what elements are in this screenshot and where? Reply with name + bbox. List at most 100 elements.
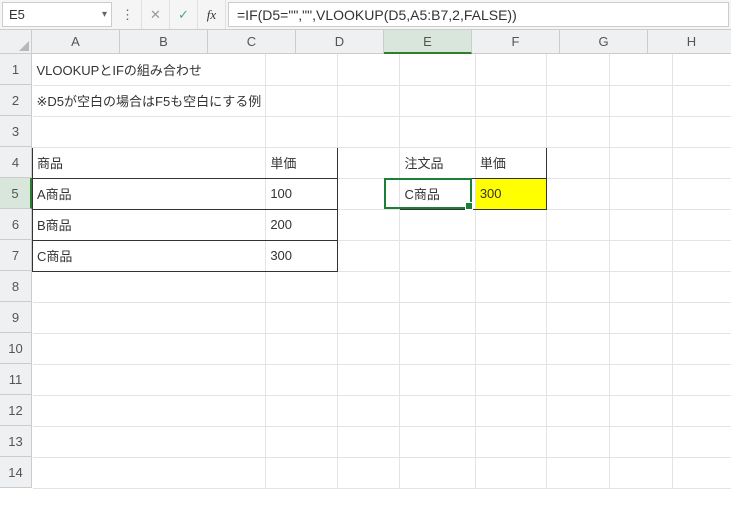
cell-F5[interactable] (547, 178, 610, 209)
cell-A12[interactable] (33, 395, 266, 426)
row-header-2[interactable]: 2 (0, 85, 32, 116)
cell-A1[interactable]: VLOOKUPとIFの組み合わせ (33, 54, 266, 85)
cell-E14[interactable] (475, 457, 546, 488)
cell-G4[interactable] (609, 147, 672, 178)
cell-C9[interactable] (337, 302, 400, 333)
cell-E2[interactable] (475, 85, 546, 116)
cell-H8[interactable] (672, 271, 731, 302)
row-header-10[interactable]: 10 (0, 333, 32, 364)
column-header-F[interactable]: F (472, 30, 560, 54)
cell-C5[interactable] (337, 178, 400, 209)
cell-A5[interactable]: A商品 (33, 178, 266, 209)
cell-A7[interactable]: C商品 (33, 240, 266, 271)
cell-C2[interactable] (337, 85, 400, 116)
cell-D5[interactable]: C商品 (400, 178, 475, 209)
cell-H13[interactable] (672, 426, 731, 457)
cell-B12[interactable] (266, 395, 337, 426)
cell-A6[interactable]: B商品 (33, 209, 266, 240)
row-header-13[interactable]: 13 (0, 426, 32, 457)
name-box[interactable]: E5 ▾ (2, 2, 112, 27)
cell-D3[interactable] (400, 116, 475, 147)
cell-D2[interactable] (400, 85, 475, 116)
cell-H6[interactable] (672, 209, 731, 240)
cell-H1[interactable] (672, 54, 731, 85)
cell-B10[interactable] (266, 333, 337, 364)
cell-B4[interactable]: 単価 (266, 147, 337, 178)
cell-F2[interactable] (547, 85, 610, 116)
column-header-C[interactable]: C (208, 30, 296, 54)
confirm-button[interactable]: ✓ (170, 0, 198, 29)
cell-H2[interactable] (672, 85, 731, 116)
row-header-4[interactable]: 4 (0, 147, 32, 178)
cell-F6[interactable] (547, 209, 610, 240)
cell-D11[interactable] (400, 364, 475, 395)
cell-A3[interactable] (33, 116, 266, 147)
cell-F9[interactable] (547, 302, 610, 333)
cell-E11[interactable] (475, 364, 546, 395)
cell-G1[interactable] (609, 54, 672, 85)
ellipsis-icon[interactable]: ⋮ (114, 0, 142, 29)
cell-B7[interactable]: 300 (266, 240, 337, 271)
cell-E12[interactable] (475, 395, 546, 426)
cell-G11[interactable] (609, 364, 672, 395)
cell-B13[interactable] (266, 426, 337, 457)
cell-F7[interactable] (547, 240, 610, 271)
cell-B6[interactable]: 200 (266, 209, 337, 240)
cell-C11[interactable] (337, 364, 400, 395)
row-header-3[interactable]: 3 (0, 116, 32, 147)
cell-C1[interactable] (337, 54, 400, 85)
cell-D8[interactable] (400, 271, 475, 302)
cell-F12[interactable] (547, 395, 610, 426)
cell-C10[interactable] (337, 333, 400, 364)
cell-B11[interactable] (266, 364, 337, 395)
cell-F3[interactable] (547, 116, 610, 147)
cell-E4[interactable]: 単価 (475, 147, 546, 178)
cell-C12[interactable] (337, 395, 400, 426)
cell-H14[interactable] (672, 457, 731, 488)
cell-A9[interactable] (33, 302, 266, 333)
row-header-5[interactable]: 5 (0, 178, 32, 209)
cell-D1[interactable] (400, 54, 475, 85)
row-header-1[interactable]: 1 (0, 54, 32, 85)
cell-D13[interactable] (400, 426, 475, 457)
cell-F14[interactable] (547, 457, 610, 488)
cancel-button[interactable]: ✕ (142, 0, 170, 29)
row-header-6[interactable]: 6 (0, 209, 32, 240)
cell-H11[interactable] (672, 364, 731, 395)
cell-D14[interactable] (400, 457, 475, 488)
cell-F8[interactable] (547, 271, 610, 302)
cell-D4[interactable]: 注文品 (400, 147, 475, 178)
cell-A11[interactable] (33, 364, 266, 395)
cell-C3[interactable] (337, 116, 400, 147)
cell-C8[interactable] (337, 271, 400, 302)
cell-G3[interactable] (609, 116, 672, 147)
cell-C7[interactable] (337, 240, 400, 271)
cell-D7[interactable] (400, 240, 475, 271)
chevron-down-icon[interactable]: ▾ (102, 9, 107, 20)
cell-E9[interactable] (475, 302, 546, 333)
row-header-12[interactable]: 12 (0, 395, 32, 426)
row-header-14[interactable]: 14 (0, 457, 32, 488)
cell-E5[interactable]: 300 (475, 178, 546, 209)
row-header-9[interactable]: 9 (0, 302, 32, 333)
cell-G12[interactable] (609, 395, 672, 426)
cell-B3[interactable] (266, 116, 337, 147)
fx-button[interactable]: fx (198, 0, 226, 29)
cell-G9[interactable] (609, 302, 672, 333)
formula-input[interactable]: =IF(D5="","",VLOOKUP(D5,A5:B7,2,FALSE)) (228, 2, 729, 27)
column-header-G[interactable]: G (560, 30, 648, 54)
cell-G5[interactable] (609, 178, 672, 209)
cell-D10[interactable] (400, 333, 475, 364)
cell-E7[interactable] (475, 240, 546, 271)
cell-A4[interactable]: 商品 (33, 147, 266, 178)
column-header-E[interactable]: E (384, 30, 472, 54)
cell-B2[interactable] (266, 85, 337, 116)
cell-B1[interactable] (266, 54, 337, 85)
cells-table[interactable]: VLOOKUPとIFの組み合わせ ※D5が空白の場合はF5も空白にする例 (32, 54, 731, 489)
cell-E1[interactable] (475, 54, 546, 85)
column-header-B[interactable]: B (120, 30, 208, 54)
cell-B5[interactable]: 100 (266, 178, 337, 209)
column-header-A[interactable]: A (32, 30, 120, 54)
cell-B14[interactable] (266, 457, 337, 488)
cell-D12[interactable] (400, 395, 475, 426)
